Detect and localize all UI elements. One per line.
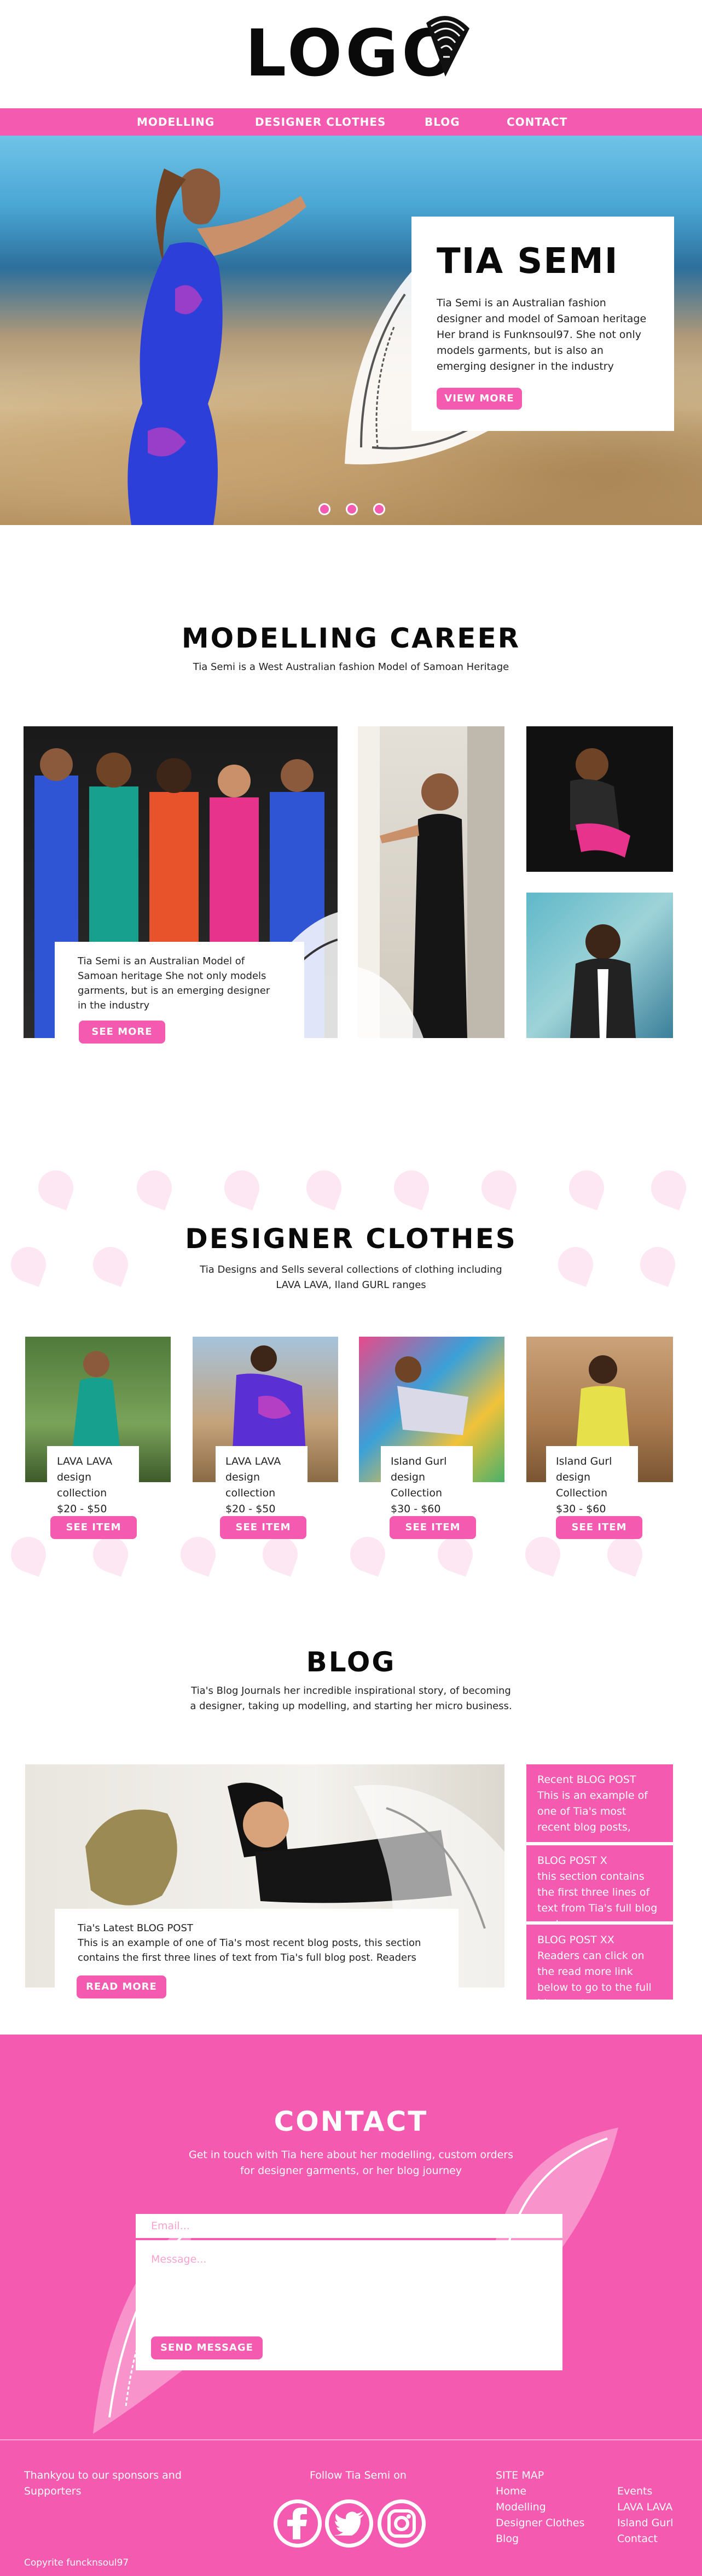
sponsors-line1: Thankyou to our sponsors and (24, 2469, 182, 2481)
carousel-dot-2[interactable] (346, 503, 358, 515)
see-item-button-2[interactable]: SEE ITEM (220, 1516, 306, 1539)
sponsors-text: Thankyou to our sponsors and Supporters (24, 2468, 182, 2499)
see-item-button-4[interactable]: SEE ITEM (556, 1516, 642, 1539)
blog-side-post-3[interactable]: BLOG POST XX Readers can click on the re… (526, 1923, 673, 2009)
hero-card: TIA SEMI Tia Semi is an Australian fashi… (411, 217, 674, 431)
footer-link-home[interactable]: Home (496, 2484, 584, 2499)
nav-blog[interactable]: BLOG (425, 108, 460, 136)
read-more-button[interactable]: READ MORE (77, 1975, 166, 1998)
designer-subtitle-line2: LAVA LAVA, Iland GURL ranges (276, 1279, 426, 1291)
nav-designer-clothes[interactable]: DESIGNER CLOTHES (255, 108, 386, 136)
nav-modelling[interactable]: MODELLING (137, 108, 214, 136)
sitemap-title: SITE MAP (496, 2469, 544, 2481)
footer-link-events[interactable]: Events (617, 2484, 673, 2499)
contact-subtitle-line2: for designer garments, or her blog journ… (240, 2165, 462, 2177)
nav-contact[interactable]: CONTACT (507, 108, 567, 136)
see-more-button[interactable]: SEE MORE (79, 1021, 165, 1044)
view-more-button[interactable]: VIEW MORE (437, 388, 522, 410)
copyright: Copyrite funcknsoul97 (24, 2557, 129, 2568)
contact-title: CONTACT (274, 2106, 428, 2137)
footer-link-contact[interactable]: Contact (617, 2531, 673, 2547)
footer-link-island-gurl[interactable]: Island Gurl (617, 2515, 673, 2531)
product-price: $30 - $60 (391, 1503, 441, 1515)
blog-title: BLOG (306, 1646, 396, 1678)
tribal-fan-logo-icon (426, 16, 469, 77)
footer-link-modelling[interactable]: Modelling (496, 2499, 584, 2515)
hero-description: Tia Semi is an Australian fashion design… (437, 297, 647, 372)
send-message-button[interactable]: SEND MESSAGE (151, 2336, 263, 2359)
logo[interactable]: LOGO (245, 12, 469, 94)
product-collection: design collection (225, 1471, 276, 1499)
model-black-dress-photo (358, 726, 504, 1038)
blog-subtitle-line1: Tia's Blog Journals her incredible inspi… (191, 1685, 511, 1697)
facebook-icon[interactable] (274, 2499, 322, 2548)
blog-subtitle-line2: a designer, taking up modelling, and sta… (190, 1700, 512, 1712)
product-name: LAVA LAVA (57, 1455, 113, 1467)
blog-latest-text: This is an example of one of Tia's most … (78, 1937, 421, 1963)
see-item-button-1[interactable]: SEE ITEM (50, 1516, 137, 1539)
twitter-icon[interactable] (325, 2499, 373, 2548)
product-name: LAVA LAVA (225, 1455, 281, 1467)
hero-banner: TIA SEMI Tia Semi is an Australian fashi… (0, 136, 702, 525)
product-card-3: Island Gurl design Collection $30 - $60 (381, 1446, 473, 1515)
model-mural-photo (526, 893, 673, 1038)
instagram-icon[interactable] (378, 2499, 426, 2548)
modelling-subtitle: Tia Semi is a West Australian fashion Mo… (193, 661, 509, 673)
contact-section: CONTACT Get in touch with Tia here about… (0, 2035, 702, 2439)
product-card-1: LAVA LAVA design collection $20 - $50 (47, 1446, 139, 1515)
blog-side-title: BLOG POST X (537, 1855, 607, 1867)
modelling-card: Tia Semi is an Australian Model of Samoa… (55, 942, 304, 1044)
site-header: LOGO (0, 0, 702, 108)
designer-title: DESIGNER CLOTHES (185, 1223, 517, 1255)
main-nav: MODELLING DESIGNER CLOTHES BLOG CONTACT (0, 108, 702, 136)
blog-side-post-1[interactable]: Recent BLOG POST This is an example of o… (526, 1764, 673, 1842)
modelling-title: MODELLING CAREER (181, 622, 521, 654)
product-card-4: Island Gurl design Collection $30 - $60 (546, 1446, 638, 1515)
sitemap-col2: Events LAVA LAVA Island Gurl Contact (617, 2484, 673, 2547)
product-name: Island Gurl (556, 1455, 612, 1467)
designer-subtitle-line1: Tia Designs and Sells several collection… (200, 1264, 502, 1275)
see-item-button-3[interactable]: SEE ITEM (390, 1516, 476, 1539)
blog-side-post-2[interactable]: BLOG POST X this section contains the fi… (526, 1844, 673, 1930)
blog-side-title: Recent BLOG POST (537, 1774, 636, 1786)
carousel-dot-1[interactable] (318, 503, 330, 515)
blog-latest-title: Tia's Latest BLOG POST (78, 1922, 193, 1934)
modelling-card-text: Tia Semi is an Australian Model of Samoa… (78, 955, 270, 1011)
blog-side-text: Readers can click on the read more link … (537, 1950, 652, 2009)
sitemap: SITE MAP Home Modelling Designer Clothes… (496, 2468, 584, 2547)
product-card-2: LAVA LAVA design collection $20 - $50 (216, 1446, 308, 1515)
product-price: $20 - $50 (57, 1503, 107, 1515)
product-collection: design collection (57, 1471, 107, 1499)
email-field[interactable] (136, 2214, 562, 2238)
footer-link-blog[interactable]: Blog (496, 2531, 584, 2547)
footer-link-lava-lava[interactable]: LAVA LAVA (617, 2499, 673, 2515)
product-collection: design Collection (556, 1471, 607, 1499)
product-price: $20 - $50 (225, 1503, 276, 1515)
hero-model-photo (127, 168, 306, 525)
follow-text: Follow Tia Semi on (310, 2469, 407, 2481)
product-price: $30 - $60 (556, 1503, 606, 1515)
footer-link-designer-clothes[interactable]: Designer Clothes (496, 2515, 584, 2531)
sponsors-line2: Supporters (24, 2485, 82, 2497)
carousel-dot-3[interactable] (373, 503, 385, 515)
contact-subtitle-line1: Get in touch with Tia here about her mod… (188, 2149, 513, 2161)
blog-side-title: BLOG POST XX (537, 1934, 614, 1946)
blog-side-text: This is an example of one of Tia's most … (537, 1790, 648, 1833)
product-collection: design Collection (391, 1471, 442, 1499)
model-pink-pants-photo (526, 726, 673, 872)
contact-subtitle: Get in touch with Tia here about her mod… (0, 2147, 702, 2179)
hero-title: TIA SEMI (437, 241, 619, 282)
product-name: Island Gurl (391, 1455, 447, 1467)
